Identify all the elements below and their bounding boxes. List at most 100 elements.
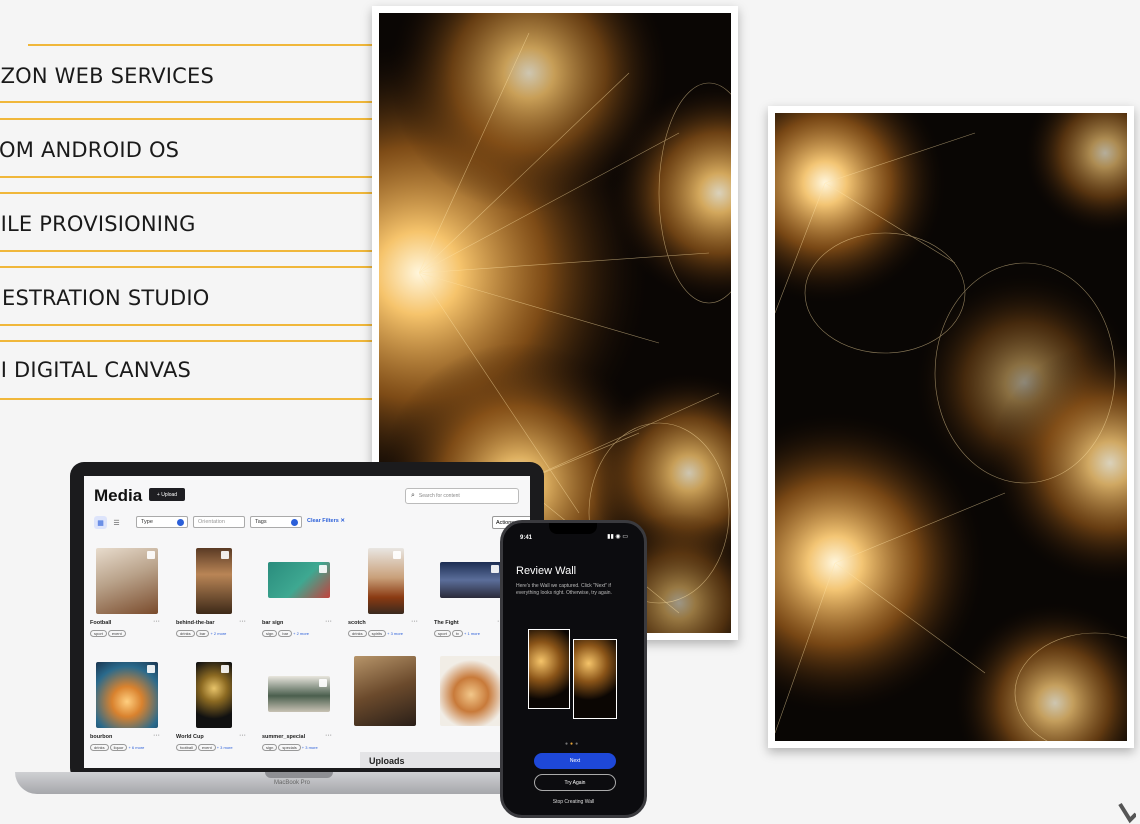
tag-chip[interactable]: sign [262, 744, 278, 751]
media-tags: drinks bar + 2 more [176, 630, 226, 637]
search-input[interactable]: ⌕ Search for content [405, 488, 519, 504]
media-name: World Cup [176, 734, 204, 740]
more-tags-link[interactable]: + 2 more [293, 631, 309, 636]
more-tags-link[interactable]: + 3 more [302, 745, 318, 750]
tag-chip[interactable]: bar [195, 630, 210, 637]
tag-chip[interactable]: drinks [90, 744, 109, 751]
media-card[interactable]: bourbon ··· drinks liquor + 6 more [88, 656, 166, 758]
media-thumbnail [96, 662, 158, 728]
tag-chip[interactable]: sport [434, 630, 451, 637]
select-checkbox-icon[interactable] [319, 679, 327, 687]
fractal-artwork [775, 113, 1127, 741]
more-tags-link[interactable]: + 1 more [464, 631, 480, 636]
more-tags-link[interactable]: + 6 more [128, 745, 144, 750]
media-name: The Fight [434, 620, 459, 626]
captured-panel-right [573, 639, 617, 719]
orientation-filter[interactable]: Orientation [193, 516, 245, 528]
more-options-icon[interactable]: ··· [153, 618, 160, 625]
tags-filter-label: Tags [255, 519, 267, 525]
select-checkbox-icon[interactable] [147, 665, 155, 673]
media-card[interactable]: behind-the-bar ··· drinks bar + 2 more [174, 542, 252, 644]
orientation-filter-label: Orientation [198, 519, 225, 525]
type-filter[interactable]: Type [136, 516, 188, 528]
more-options-icon[interactable]: ··· [239, 618, 246, 625]
tag-chip[interactable]: sign [262, 630, 278, 637]
tag-chip[interactable]: bar [278, 630, 293, 637]
media-card[interactable] [432, 656, 510, 758]
more-options-icon[interactable]: ··· [325, 618, 332, 625]
more-tags-link[interactable]: + 3 more [387, 631, 403, 636]
media-card[interactable]: scotch ··· drinks spirits + 3 more [346, 542, 424, 644]
media-thumbnail [268, 676, 330, 712]
select-checkbox-icon[interactable] [221, 665, 229, 673]
media-thumbnail [440, 562, 502, 598]
upload-button[interactable]: + Upload [149, 488, 185, 501]
media-card[interactable]: summer_special ··· sign specials + 3 more [260, 656, 338, 758]
select-checkbox-icon[interactable] [147, 551, 155, 559]
tags-filter[interactable]: Tags [250, 516, 302, 528]
select-checkbox-icon[interactable] [319, 565, 327, 573]
media-tags: sign bar + 2 more [262, 630, 309, 637]
menu-item-mobile-provisioning[interactable]: BILE PROVISIONING [0, 204, 372, 244]
more-options-icon[interactable]: ··· [153, 732, 160, 739]
menu-item-label: AZON WEB SERVICES [0, 64, 215, 88]
review-wall-description: Here's the Wall we captured. Click "Next… [516, 583, 612, 596]
signal-battery-icon: ▮▮ ◉ ▭ [607, 534, 628, 540]
media-thumbnail [354, 656, 416, 726]
menu-divider [0, 250, 372, 252]
media-tags: sign specials + 3 more [262, 744, 318, 751]
more-tags-link[interactable]: + 3 more [217, 745, 233, 750]
more-options-icon[interactable]: ··· [239, 732, 246, 739]
menu-divider [28, 44, 372, 46]
status-time: 9:41 [520, 535, 533, 541]
menu-item-label: RI DIGITAL CANVAS [0, 358, 192, 382]
captured-artwork [529, 630, 569, 708]
grid-view-icon[interactable]: ▦ [94, 516, 107, 529]
filter-active-icon [291, 519, 298, 526]
list-view-icon[interactable]: ☰ [110, 516, 123, 529]
media-tags: sport tv + 1 more [434, 630, 480, 637]
menu-divider [0, 118, 372, 120]
media-card[interactable]: Football ··· sport event [88, 542, 166, 644]
laptop-brand: MacBook Pro [273, 780, 310, 786]
tag-chip[interactable]: drinks [348, 630, 367, 637]
menu-item-label: TOM ANDROID OS [0, 138, 180, 162]
more-tags-link[interactable]: + 2 more [210, 631, 226, 636]
media-card[interactable]: The Fight ··· sporttv+ 1 more [432, 542, 510, 644]
media-thumbnail [368, 548, 404, 614]
stop-creating-wall-link[interactable]: Stop Creating Wall [503, 799, 644, 805]
laptop-base: MacBook Pro [15, 772, 569, 794]
menu-item-aws[interactable]: AZON WEB SERVICES [0, 56, 372, 96]
tag-chip[interactable]: sport [90, 630, 107, 637]
tag-chip[interactable]: spirits [367, 630, 387, 637]
media-card[interactable]: bar sign ··· sign bar + 2 more [260, 542, 338, 644]
select-checkbox-icon[interactable] [393, 551, 401, 559]
media-name: behind-the-bar [176, 620, 215, 626]
menu-item-android-os[interactable]: TOM ANDROID OS [0, 130, 372, 170]
next-button[interactable]: Next [534, 753, 616, 769]
select-checkbox-icon[interactable] [221, 551, 229, 559]
clear-filters-button[interactable]: Clear Filters ✕ [307, 518, 345, 524]
tag-chip[interactable]: liquor [109, 744, 128, 751]
more-options-icon[interactable]: ··· [411, 618, 418, 625]
media-name: bourbon [90, 734, 113, 740]
menu-item-digital-canvas[interactable]: RI DIGITAL CANVAS [0, 350, 372, 390]
menu-item-orchestration-studio[interactable]: HESTRATION STUDIO [0, 278, 372, 318]
select-checkbox-icon[interactable] [491, 565, 499, 573]
media-thumbnail [196, 662, 232, 728]
type-filter-label: Type [141, 519, 153, 525]
media-card[interactable] [346, 656, 424, 758]
media-tags: drinks liquor + 6 more [90, 744, 144, 751]
tag-chip[interactable]: event [107, 630, 126, 637]
try-again-button[interactable]: Try Again [534, 774, 616, 791]
more-options-icon[interactable]: ··· [325, 732, 332, 739]
media-card[interactable]: World Cup ··· football event + 3 more [174, 656, 252, 758]
tag-chip[interactable]: specials [278, 744, 301, 751]
tag-chip[interactable]: tv [451, 630, 464, 637]
tag-chip[interactable]: drinks [176, 630, 195, 637]
media-thumbnail [268, 562, 330, 598]
search-icon: ⌕ [411, 492, 415, 499]
tag-chip[interactable]: football [176, 744, 197, 751]
tag-chip[interactable]: event [197, 744, 216, 751]
page-indicator: ●●● [565, 741, 581, 747]
